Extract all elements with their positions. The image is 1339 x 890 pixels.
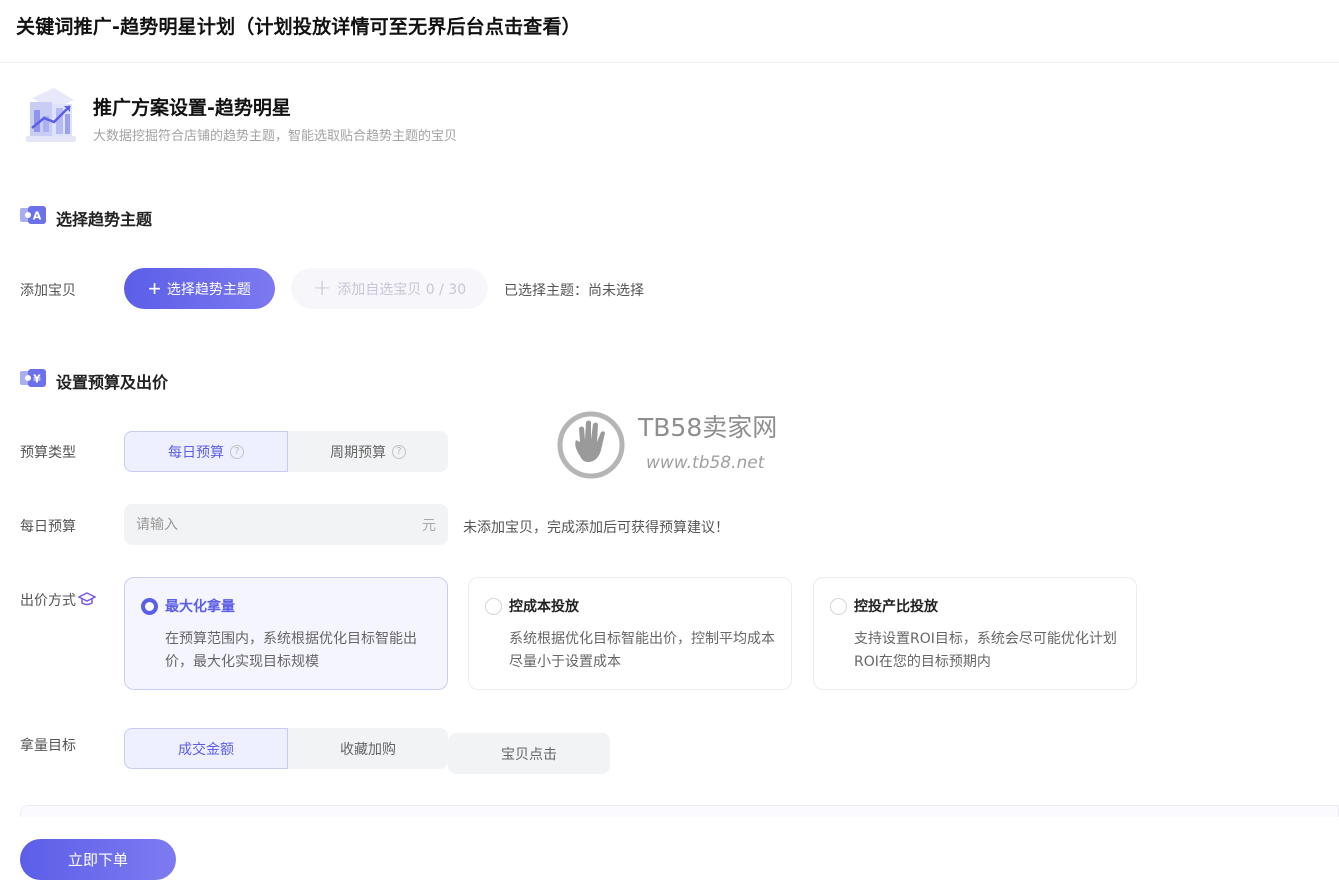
select-theme-button[interactable]: + 选择趋势主题 bbox=[124, 268, 275, 309]
bid-option-title: 控投产比投放 bbox=[854, 599, 938, 615]
budget-type-period[interactable]: 周期预算 ? bbox=[288, 431, 448, 472]
bid-option-desc: 系统根据优化目标智能出价，控制平均成本尽量小于设置成本 bbox=[509, 631, 775, 670]
hand-logo-icon bbox=[557, 411, 625, 479]
svg-text:A: A bbox=[33, 210, 42, 223]
bottom-bar bbox=[0, 817, 1339, 890]
radio-selected[interactable] bbox=[141, 598, 158, 615]
place-order-button[interactable]: 立即下单 bbox=[20, 839, 176, 880]
add-items-label: 添加宝贝 bbox=[20, 283, 76, 299]
ticket-icon: A bbox=[20, 206, 46, 224]
graduation-cap-icon[interactable] bbox=[78, 592, 96, 606]
bid-option-desc: 支持设置ROI目标，系统会尽可能优化计划ROI在您的目标预期内 bbox=[854, 631, 1117, 670]
plan-heading: 推广方案设置-趋势明星 bbox=[93, 97, 291, 119]
section-title-theme: 选择趋势主题 bbox=[56, 210, 153, 229]
plus-icon: + bbox=[312, 275, 332, 301]
watermark-name: TB58卖家网 bbox=[638, 413, 778, 442]
radio-unselected[interactable] bbox=[830, 598, 847, 615]
watermark: TB58卖家网 www.tb58.net bbox=[556, 408, 796, 480]
bid-option-max-volume[interactable]: 最大化拿量 在预算范围内，系统根据优化目标智能出价，最大化实现目标规模 bbox=[124, 577, 448, 690]
svg-text:¥: ¥ bbox=[33, 373, 41, 386]
daily-budget-label: 每日预算 bbox=[20, 519, 76, 535]
goal-favorite-cart[interactable]: 收藏加购 bbox=[288, 728, 448, 769]
currency-unit: 元 bbox=[422, 517, 436, 534]
plus-icon: + bbox=[148, 275, 161, 301]
budget-type-label: 预算类型 bbox=[20, 445, 76, 461]
page-title: 关键词推广-趋势明星计划（计划投放详情可至无界后台点击查看） bbox=[16, 16, 581, 38]
budget-type-daily[interactable]: 每日预算 ? bbox=[124, 431, 288, 472]
daily-budget-input[interactable] bbox=[136, 516, 422, 533]
plan-description: 大数据挖掘符合店铺的趋势主题，智能选取贴合趋势主题的宝贝 bbox=[93, 129, 458, 144]
radio-unselected[interactable] bbox=[485, 598, 502, 615]
info-panel-edge bbox=[20, 805, 1339, 817]
title-divider bbox=[0, 62, 1339, 63]
selected-theme-text: 已选择主题：尚未选择 bbox=[504, 283, 644, 299]
bid-method-label: 出价方式 bbox=[20, 590, 96, 610]
bid-option-title: 控成本投放 bbox=[509, 599, 579, 615]
add-custom-items-button[interactable]: + 添加自选宝贝 0 / 30 bbox=[291, 268, 488, 309]
bid-option-roi-control[interactable]: 控投产比投放 支持设置ROI目标，系统会尽可能优化计划ROI在您的目标预期内 bbox=[813, 577, 1137, 690]
yen-ticket-icon: ¥ bbox=[20, 369, 46, 387]
volume-goal-label: 拿量目标 bbox=[20, 738, 76, 754]
question-circle-icon[interactable]: ? bbox=[392, 444, 406, 459]
goal-gmv[interactable]: 成交金额 bbox=[124, 728, 288, 769]
question-circle-icon[interactable]: ? bbox=[230, 444, 244, 459]
section-title-budget: 设置预算及出价 bbox=[56, 373, 169, 392]
budget-hint: 未添加宝贝，完成添加后可获得预算建议！ bbox=[463, 520, 729, 536]
watermark-url: www.tb58.net bbox=[646, 453, 765, 473]
bid-option-desc: 在预算范围内，系统根据优化目标智能出价，最大化实现目标规模 bbox=[165, 631, 417, 670]
goal-item-click[interactable]: 宝贝点击 bbox=[448, 733, 610, 774]
daily-budget-field[interactable]: 元 bbox=[124, 504, 448, 545]
plan-illustration-icon bbox=[26, 88, 76, 142]
bid-option-title: 最大化拿量 bbox=[165, 599, 235, 615]
bid-option-cost-control[interactable]: 控成本投放 系统根据优化目标智能出价，控制平均成本尽量小于设置成本 bbox=[468, 577, 792, 690]
